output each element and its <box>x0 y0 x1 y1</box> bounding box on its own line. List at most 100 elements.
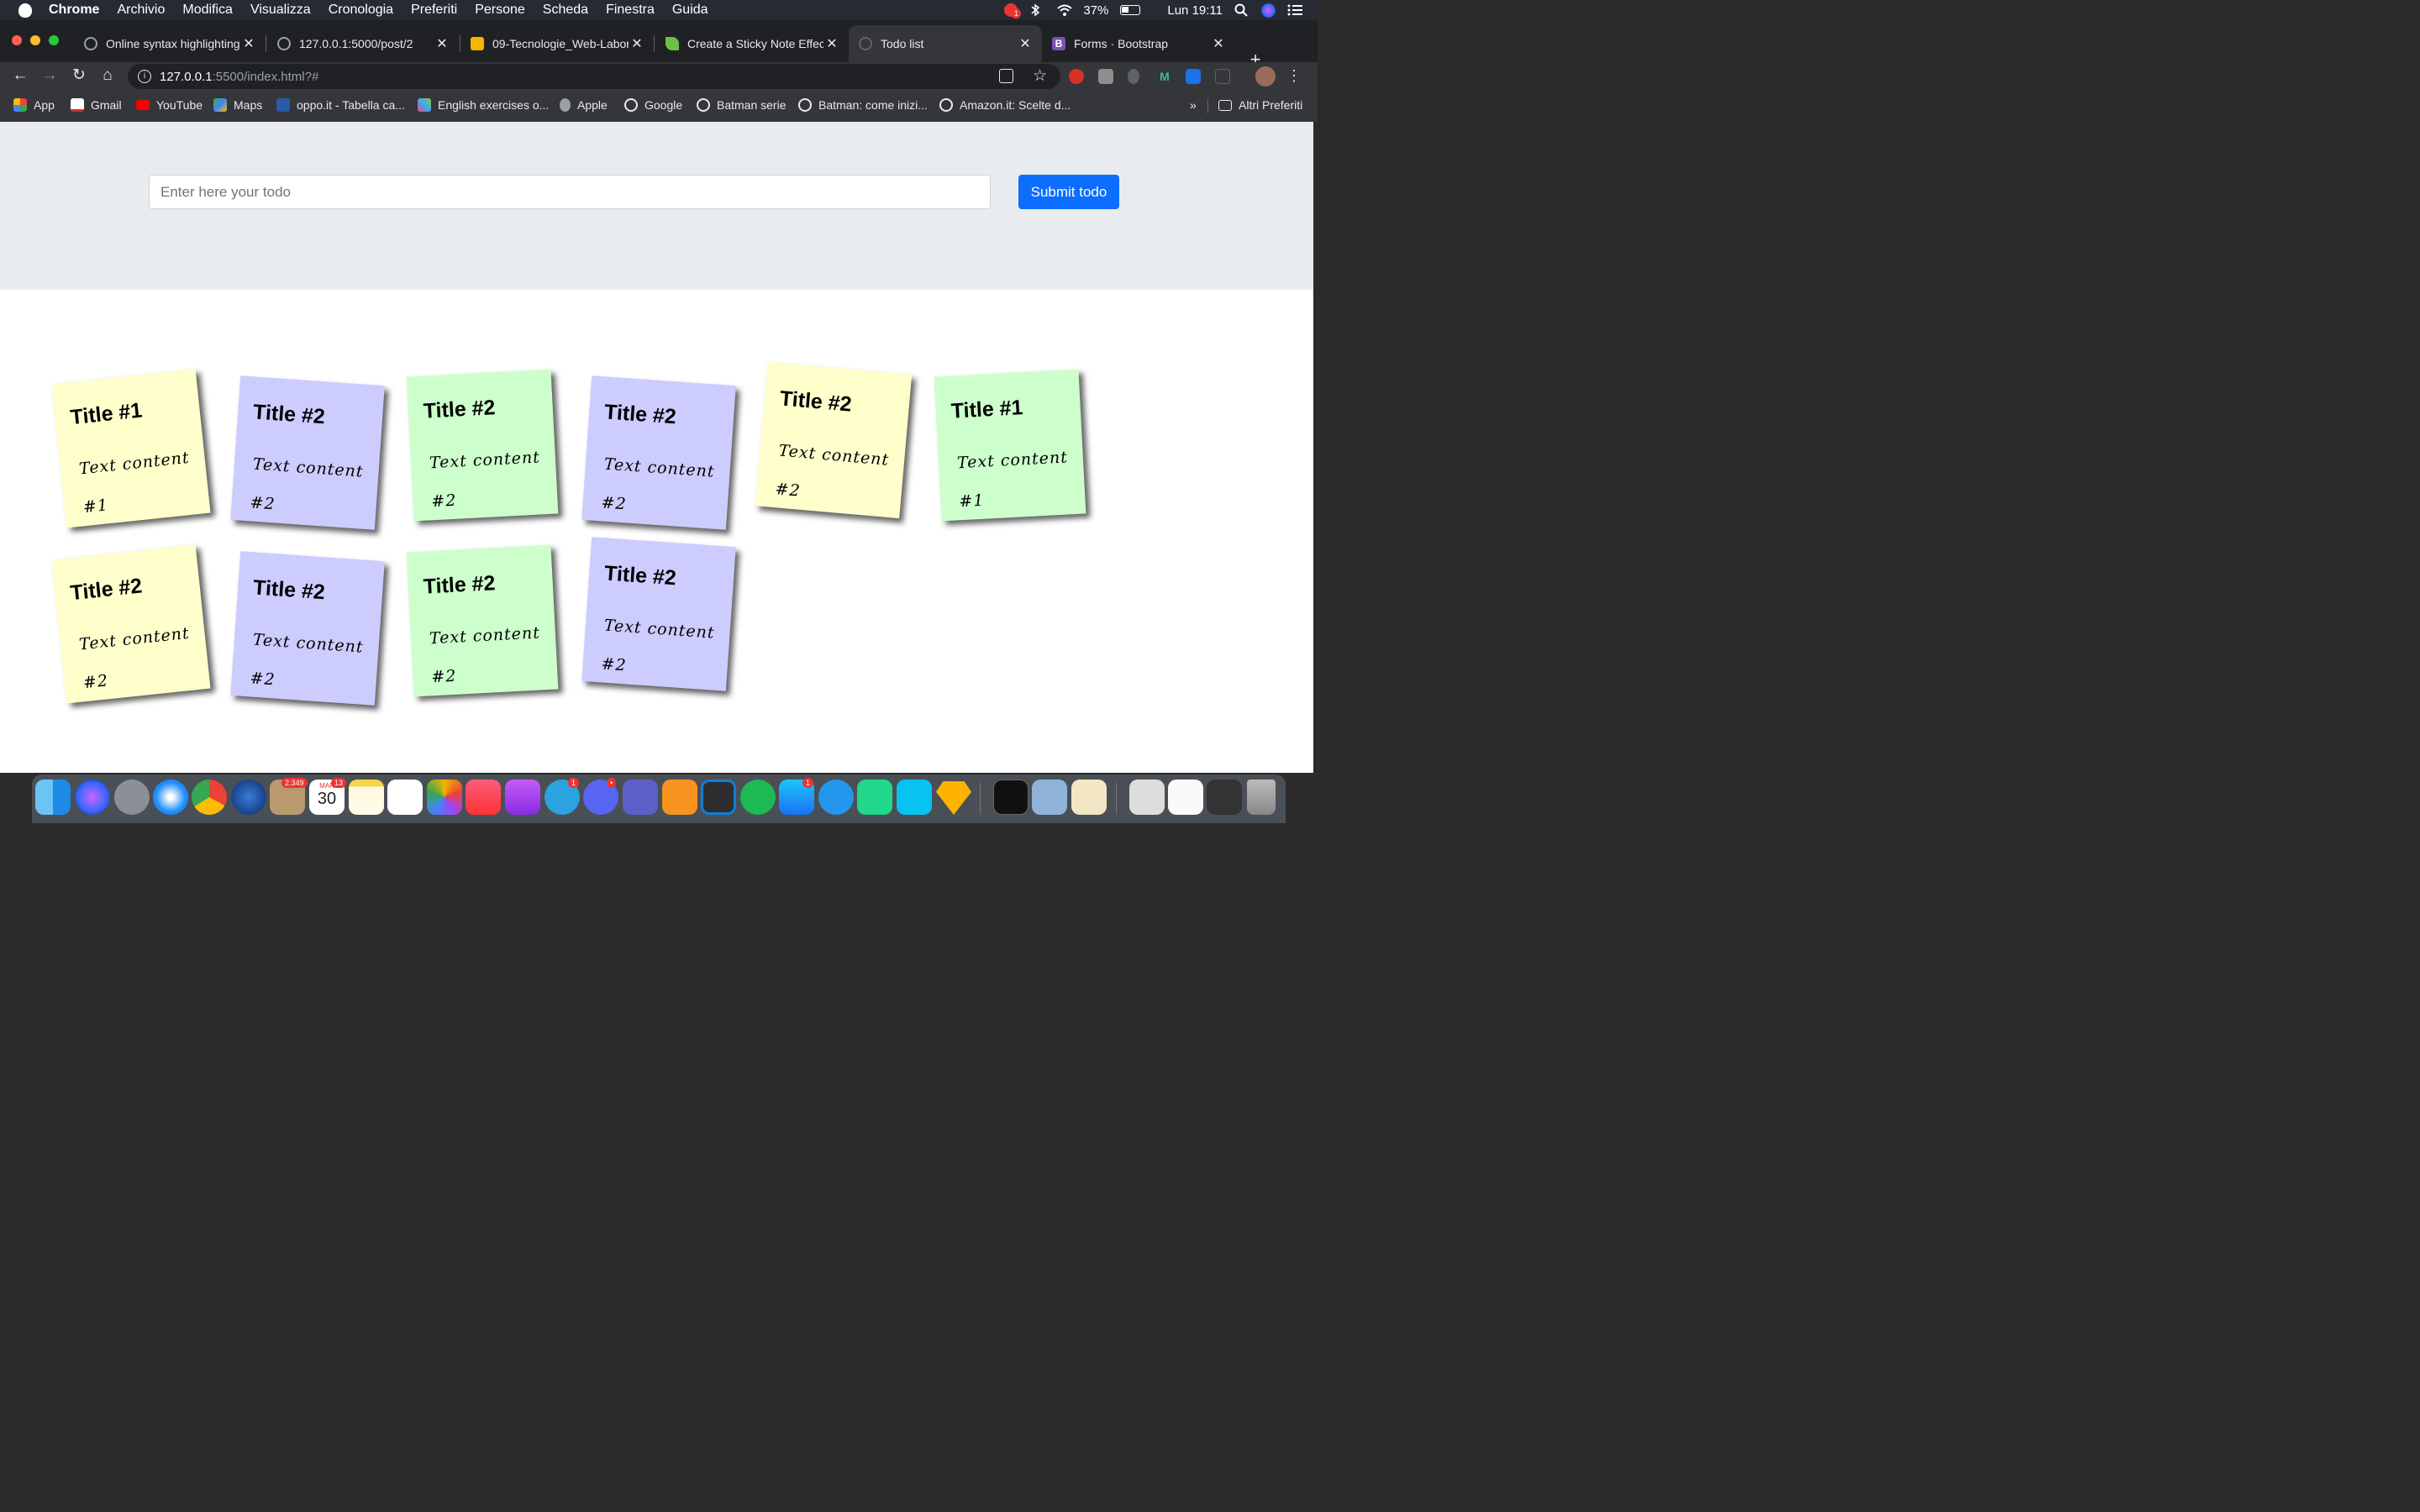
sticky-note[interactable]: Title #2 Text content #2 <box>581 375 736 530</box>
todo-input[interactable] <box>149 175 991 209</box>
bookmark-gmail[interactable]: Gmail <box>71 98 122 112</box>
menu-people[interactable]: Persone <box>475 3 525 18</box>
tab-syntax-highlighting[interactable]: Online syntax highlighting f ✕ <box>74 25 266 62</box>
back-arrow-icon[interactable]: ← <box>10 66 30 86</box>
bookmark-youtube[interactable]: YouTube <box>136 98 203 112</box>
reminders-icon[interactable] <box>387 780 423 815</box>
photos-icon[interactable] <box>427 780 462 815</box>
close-tab-icon[interactable]: ✕ <box>240 35 257 52</box>
site-info-icon[interactable]: i <box>138 70 151 83</box>
discord-icon[interactable]: • <box>583 778 618 815</box>
extension-icon[interactable] <box>1215 69 1230 84</box>
menu-app-name[interactable]: Chrome <box>49 3 99 18</box>
spotlight-search-icon[interactable] <box>1234 3 1249 17</box>
sticky-note[interactable]: Title #2 Text content #2 <box>230 551 385 706</box>
sticky-note[interactable]: Title #2 Text content #2 <box>406 544 559 697</box>
bookmark-maps[interactable]: Maps <box>213 98 262 112</box>
apple-menu-icon[interactable] <box>18 3 32 18</box>
menu-file[interactable]: Archivio <box>117 3 165 18</box>
bookmarks-overflow-button[interactable]: » <box>1190 98 1197 112</box>
sticky-note[interactable]: Title #1 Text content #1 <box>51 369 211 528</box>
menu-help[interactable]: Guida <box>672 3 708 18</box>
other-bookmarks-folder[interactable]: Altri Preferiti <box>1218 98 1302 112</box>
sticky-note[interactable]: Title #2 Text content #2 <box>51 544 211 704</box>
battery-icon[interactable] <box>1120 5 1141 15</box>
menu-view[interactable]: Visualizza <box>250 3 311 18</box>
docker-icon[interactable] <box>818 780 854 815</box>
extension-icon[interactable] <box>1098 69 1113 84</box>
tab-sticky-note[interactable]: Create a Sticky Note Effect ✕ <box>655 25 849 62</box>
chrome-icon[interactable] <box>192 780 227 815</box>
bookmark-oppo[interactable]: oppo.it - Tabella ca... <box>276 98 405 112</box>
vscode-icon[interactable] <box>701 780 736 815</box>
telegram-icon[interactable]: 1 <box>544 778 580 815</box>
reload-icon[interactable]: ↻ <box>69 66 89 86</box>
adblock-extension-icon[interactable] <box>1069 69 1084 84</box>
sticky-note[interactable]: Title #2 Text content #2 <box>230 375 385 530</box>
tab-tecnologie-web[interactable]: 09-Tecnologie_Web-Labora ✕ <box>460 25 654 62</box>
bookmark-google[interactable]: Google <box>624 98 682 112</box>
bookmark-batman-come[interactable]: Batman: come inizi... <box>798 98 928 112</box>
extension-icon[interactable] <box>1128 69 1139 84</box>
bluetooth-icon[interactable] <box>1029 3 1044 17</box>
terminal-icon[interactable] <box>993 780 1028 815</box>
bookmark-batman-serie[interactable]: Batman serie <box>697 98 786 112</box>
menu-bookmarks[interactable]: Preferiti <box>411 3 457 18</box>
notification-center-icon[interactable] <box>1287 3 1302 17</box>
webstorm-icon[interactable] <box>897 780 932 815</box>
home-icon[interactable]: ⌂ <box>97 66 118 86</box>
minimize-window-button[interactable] <box>30 35 40 45</box>
mail-icon[interactable]: 2.349 <box>270 778 308 815</box>
extension-icon[interactable]: M <box>1157 69 1172 84</box>
close-tab-icon[interactable]: ✕ <box>823 35 840 52</box>
bookmark-star-icon[interactable]: ☆ <box>1033 66 1047 86</box>
address-bar[interactable]: i 127.0.0.1 :5500/index.html?# ☆ <box>128 64 1060 89</box>
spotify-icon[interactable] <box>740 780 776 815</box>
finder-icon[interactable] <box>35 780 71 815</box>
podcasts-icon[interactable] <box>505 780 540 815</box>
sticky-note[interactable]: Title #2 Text content #2 <box>755 361 913 519</box>
sketch-icon[interactable] <box>936 781 971 815</box>
trash-icon[interactable] <box>1247 780 1276 815</box>
bookmark-amazon[interactable]: Amazon.it: Scelte d... <box>939 98 1071 112</box>
app-store-icon[interactable]: 1 <box>779 778 814 815</box>
bookmark-apple[interactable]: Apple <box>560 98 608 112</box>
textedit-icon[interactable] <box>1071 780 1107 815</box>
tab-todo-list[interactable]: Todo list ✕ <box>849 25 1042 62</box>
wifi-icon[interactable] <box>1056 3 1073 17</box>
menu-tab[interactable]: Scheda <box>543 3 588 18</box>
books-icon[interactable] <box>662 780 697 815</box>
submit-todo-button[interactable]: Submit todo <box>1018 175 1119 209</box>
sticky-note[interactable]: Title #2 Text content #2 <box>406 369 559 522</box>
siri-icon[interactable] <box>1261 3 1276 18</box>
translate-icon[interactable] <box>999 69 1013 83</box>
clock[interactable]: Lun 19:11 <box>1167 3 1223 18</box>
profile-avatar[interactable] <box>1255 66 1276 87</box>
minimized-window-thumbnail[interactable] <box>1207 780 1242 815</box>
pycharm-icon[interactable] <box>857 780 892 815</box>
safari-icon[interactable] <box>153 780 188 815</box>
sticky-note[interactable]: Title #2 Text content #2 <box>581 537 736 691</box>
calendar-icon[interactable]: MAR 30 13 <box>309 778 347 815</box>
menu-window[interactable]: Finestra <box>606 3 655 18</box>
menu-history[interactable]: Cronologia <box>329 3 393 18</box>
maximize-window-button[interactable] <box>49 35 59 45</box>
bookmark-english[interactable]: English exercises o... <box>418 98 549 112</box>
forward-arrow-icon[interactable]: → <box>39 66 60 86</box>
menu-edit[interactable]: Modifica <box>182 3 233 18</box>
creative-cloud-icon[interactable]: 1 <box>1004 3 1022 18</box>
minimized-window-thumbnail[interactable] <box>1129 780 1165 815</box>
bookmark-apps[interactable]: App <box>13 98 55 112</box>
close-tab-icon[interactable]: ✕ <box>629 35 645 52</box>
music-icon[interactable] <box>466 780 501 815</box>
close-tab-icon[interactable]: ✕ <box>1017 35 1034 52</box>
chrome-menu-icon[interactable]: ⋮ <box>1284 66 1304 86</box>
firefox-icon[interactable] <box>231 780 266 815</box>
notes-icon[interactable] <box>349 780 384 815</box>
close-window-button[interactable] <box>12 35 22 45</box>
sticky-note[interactable]: Title #1 Text content #1 <box>934 369 1086 522</box>
cloud-extension-icon[interactable] <box>1186 69 1201 84</box>
tab-forms-bootstrap[interactable]: B Forms · Bootstrap ✕ <box>1042 25 1235 62</box>
preview-icon[interactable] <box>1032 780 1067 815</box>
close-tab-icon[interactable]: ✕ <box>1210 35 1227 52</box>
